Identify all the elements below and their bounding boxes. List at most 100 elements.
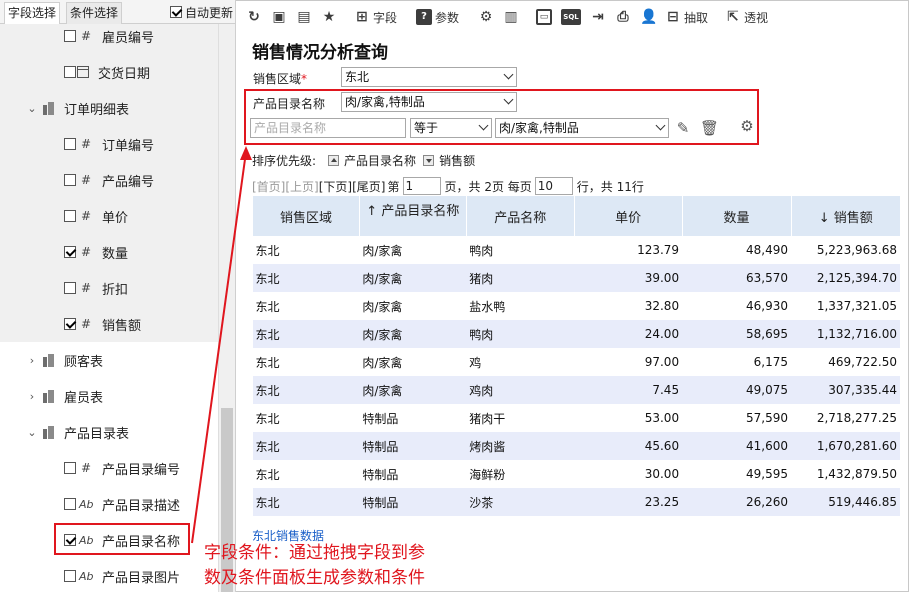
tree-item-category-description[interactable]: Ab 产品目录描述 [0,486,218,522]
col-header-category-name[interactable]: ↑ 产品目录名称 [358,196,467,236]
cell-region: 东北 [252,376,360,404]
tree-item-discount[interactable]: # 折扣 [0,270,218,306]
table-row[interactable]: 东北 肉/家禽 鸭肉 24.00 58,695 1,132,716.00 [252,320,900,348]
auto-update-toggle[interactable]: 自动更新 [170,4,233,20]
table-row[interactable]: 东北 肉/家禽 鸭肉 123.79 48,490 5,223,963.68 [253,236,901,264]
tree-item-category-id[interactable]: # 产品目录编号 [0,450,218,486]
gear-icon: ⚙ [479,9,493,25]
pagination: [首页] [上页] [下页] [尾页] 第 1 页，共 2页 每页 10 行，共… [252,177,644,195]
tree-item-unit-price[interactable]: # 单价 [0,198,218,234]
last-page-link[interactable]: [尾页] [352,178,385,195]
col-header-sales-amount[interactable]: ↓ 销售额 [790,196,900,236]
col-header-quantity[interactable]: 数量 [681,196,791,236]
tab-condition-selection[interactable]: 条件选择 [66,2,123,24]
extract-button[interactable]: ⊟ 抽取 [665,0,708,34]
next-page-link[interactable]: [下页] [319,178,352,195]
field-checkbox[interactable] [64,570,76,582]
chart-button[interactable]: ▥ [503,0,519,34]
table-header-row: 销售区域 ↑ 产品目录名称 产品名称 单价 数量 ↓ 销售额 [252,196,900,236]
field-checkbox[interactable] [64,246,76,258]
chevron-right-icon[interactable]: › [26,354,38,367]
save-button[interactable]: ▣ [271,0,287,34]
chevron-down-icon [503,69,514,80]
tree-item-delivery-date[interactable]: 交货日期 [0,54,218,90]
user-gear-icon: 👤 [640,9,658,25]
tree-item-order-detail-table[interactable]: ⌄ 订单明细表 [0,90,218,126]
cell-region: 东北 [255,355,280,370]
pivot-button[interactable]: ⇱ 透视 [725,0,768,34]
tree-item-quantity[interactable]: # 数量 [0,234,218,270]
table-row[interactable]: 东北 特制品 猪肉干 53.00 57,590 2,718,277.25 [253,404,901,432]
table-row[interactable]: 东北 特制品 沙茶 23.25 26,260 519,446.85 [252,488,900,516]
auto-update-checkbox[interactable] [170,6,182,18]
field-checkbox[interactable] [64,210,76,222]
tree-item-product-id[interactable]: # 产品编号 [0,162,218,198]
chevron-right-icon[interactable]: › [26,390,38,403]
tree-item-label: 产品编号 [102,174,155,190]
export-button[interactable]: ⇥ [590,0,606,34]
layout-button[interactable]: ▭ [536,0,553,34]
chevron-down-icon[interactable]: ⌄ [26,102,38,115]
table-row[interactable]: 东北 肉/家禽 鸡 97.00 6,175 469,722.50 [253,348,901,376]
tree-item-employee-id[interactable]: # 雇员编号 [0,24,218,54]
col-header-product-name[interactable]: 产品名称 [465,196,575,236]
table-row[interactable]: 东北 特制品 烤肉酱 45.60 41,600 1,670,281.60 [252,432,900,460]
cell-product-name: 鸭肉 [469,243,494,258]
table-row[interactable]: 东北 特制品 海鲜粉 30.00 49,595 1,432,879.50 [253,460,901,488]
favorite-button[interactable]: ★ [321,0,337,34]
field-button[interactable]: ⊞ 字段 [354,0,397,34]
sort-chip-sales-amount[interactable]: 销售额 [423,152,475,169]
document-icon: ▤ [297,9,311,25]
tree-item-employee-table[interactable]: › 雇员表 [0,378,218,414]
field-checkbox[interactable] [64,30,76,42]
table-row[interactable]: 东北 肉/家禽 鸡肉 7.45 49,075 307,335.44 [252,376,900,404]
tree-item-sales-amount[interactable]: # 销售额 [0,306,218,342]
page-number-input[interactable]: 1 [402,177,441,195]
page-info: 页，共 2页 每页 [444,179,532,194]
user-settings-button[interactable]: 👤 [640,0,658,34]
field-checkbox[interactable] [64,462,76,474]
tree-item-label: 单价 [102,210,129,226]
field-checkbox[interactable] [64,318,76,330]
rows-per-page-input[interactable]: 10 [534,177,573,195]
field-checkbox[interactable] [64,498,76,510]
field-checkbox[interactable] [64,138,76,150]
chevron-down-icon[interactable]: ⌄ [26,426,38,439]
tree-item-label: 产品目录编号 [102,462,181,478]
save-as-button[interactable]: ▤ [296,0,312,34]
tree-scrollbar[interactable] [218,24,235,592]
numeric-field-icon: # [80,29,92,43]
sql-button[interactable]: SQL [561,0,582,34]
region-select[interactable]: 东北 [341,67,517,87]
field-checkbox[interactable] [64,66,76,78]
cell-quantity: 63,570 [682,264,791,292]
tab-field-selection[interactable]: 字段选择 [4,2,61,25]
table-row[interactable]: 东北 肉/家禽 盐水鸭 32.80 46,930 1,337,321.05 [253,292,901,320]
col-header-region[interactable]: 销售区域 [252,196,360,236]
sales-table: 销售区域 ↑ 产品目录名称 产品名称 单价 数量 ↓ 销售额 东北 肉/家禽 鸭肉 1… [252,196,900,516]
cell-category-name: 特制品 [362,467,399,482]
refresh-button[interactable]: ↻ [246,0,262,34]
cell-region: 东北 [252,320,360,348]
field-checkbox[interactable] [64,282,76,294]
numeric-field-icon: # [80,245,92,259]
table-icon [42,353,58,367]
print-button[interactable]: ⎙ [615,0,631,34]
col-header-label: 产品名称 [494,210,547,226]
first-page-link[interactable]: [首页] [252,178,285,195]
cell-quantity: 41,600 [682,432,791,460]
tree-item-category-table[interactable]: ⌄ 产品目录表 [0,414,218,450]
col-header-unit-price[interactable]: 单价 [573,196,683,236]
table-row[interactable]: 东北 肉/家禽 猪肉 39.00 63,570 2,125,394.70 [252,264,900,292]
cell-sales-amount: 519,446.85 [791,488,900,516]
tree-item-category-image[interactable]: Ab 产品目录图片 [0,558,218,592]
tree-item-order-id[interactable]: # 订单编号 [0,126,218,162]
field-checkbox[interactable] [64,174,76,186]
settings-button[interactable]: ⚙ [478,0,494,34]
prev-page-link[interactable]: [上页] [285,178,318,195]
callout-line-1: 字段条件：通过拖拽字段到参 [204,543,425,563]
param-button[interactable]: ? 参数 [416,0,459,34]
sort-chip-category-name[interactable]: 产品目录名称 [328,152,416,169]
callout-annotation: 字段条件：通过拖拽字段到参 数及条件面板生成参数和条件 [204,541,494,591]
tree-item-customer-table[interactable]: › 顾客表 [0,342,218,378]
